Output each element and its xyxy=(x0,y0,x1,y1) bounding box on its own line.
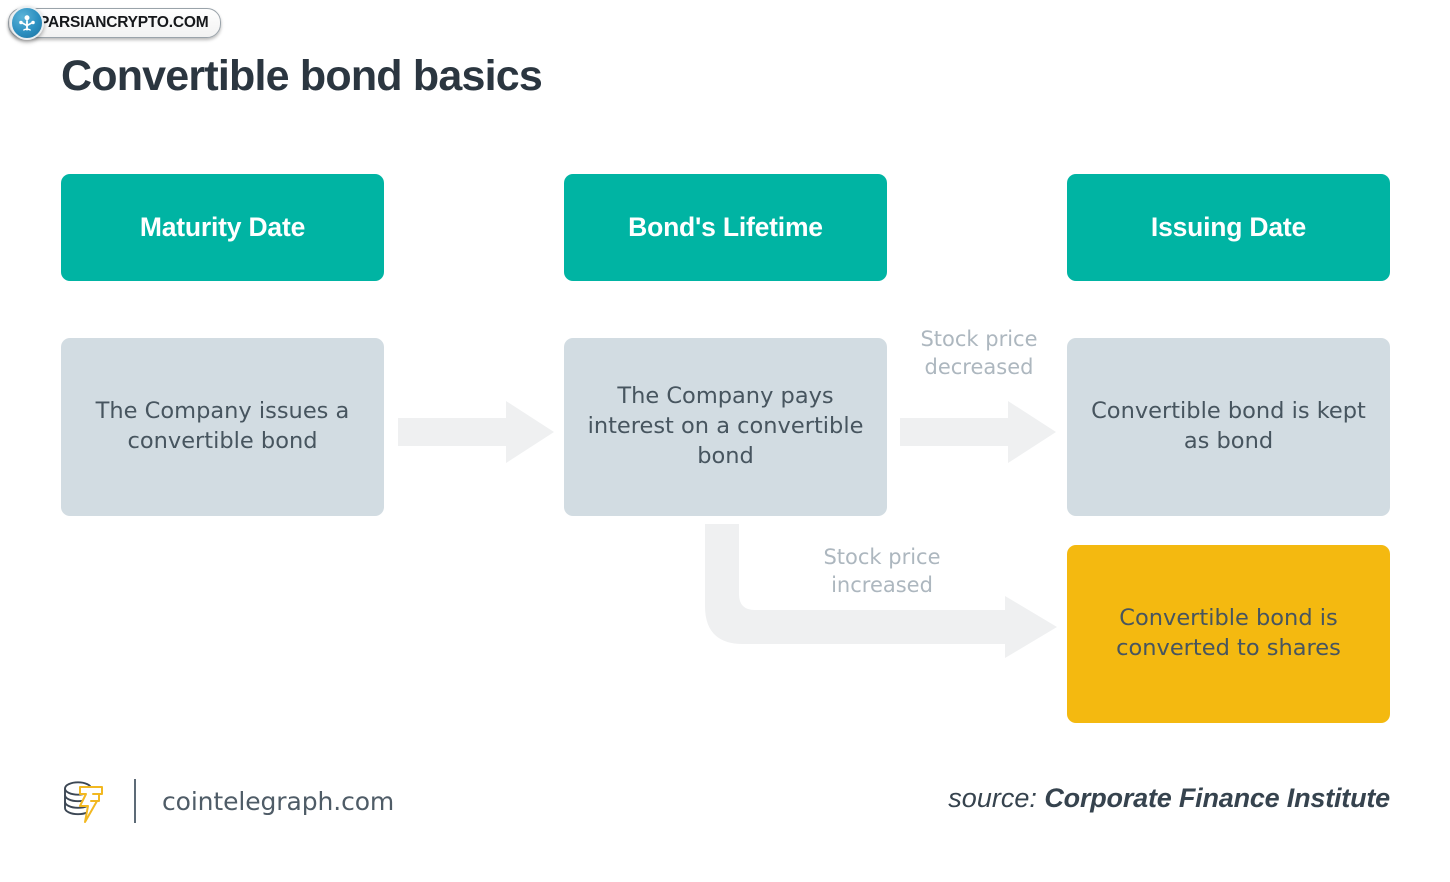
network-tree-icon xyxy=(10,6,44,40)
footer-source-name: Corporate Finance Institute xyxy=(1044,783,1390,813)
watermark-badge: PARSIANCRYPTO.COM xyxy=(8,6,222,40)
outcome-box-converted-to-shares: Convertible bond is converted to shares xyxy=(1067,545,1390,723)
outcome-box-kept-as-bond: Convertible bond is kept as bond xyxy=(1067,338,1390,516)
stage-box-text: The Company issues a convertible bond xyxy=(95,398,350,454)
watermark-label: PARSIANCRYPTO.COM xyxy=(39,14,209,31)
column-header-maturity-date: Maturity Date xyxy=(61,174,384,281)
stage-box-text: The Company pays interest on a convertib… xyxy=(587,383,864,469)
column-header-label: Bond's Lifetime xyxy=(628,212,823,242)
outcome-box-text: Convertible bond is kept as bond xyxy=(1091,398,1366,454)
arrow-interest-to-kept xyxy=(900,401,1056,463)
footer-source-word: source: xyxy=(948,783,1037,813)
footer-brand: cointelegraph.com xyxy=(58,770,394,832)
outcome-box-text: Convertible bond is converted to shares xyxy=(1116,605,1341,661)
footer-source: source: Corporate Finance Institute xyxy=(948,783,1390,814)
column-header-label: Issuing Date xyxy=(1150,212,1307,242)
label-stock-price-increased: Stock price increased xyxy=(823,545,941,598)
stage-box-interest: The Company pays interest on a convertib… xyxy=(564,338,887,516)
cointelegraph-coin-bolt-icon xyxy=(58,775,108,827)
arrow-issue-to-interest xyxy=(398,401,554,463)
label-stock-price-decreased: Stock price decreased xyxy=(920,327,1038,380)
column-header-label: Maturity Date xyxy=(139,212,306,242)
stage-box-issue: The Company issues a convertible bond xyxy=(61,338,384,516)
footer-site-url: cointelegraph.com xyxy=(162,786,395,816)
footer-divider xyxy=(134,779,136,823)
column-header-issuing-date: Issuing Date xyxy=(1067,174,1390,281)
column-header-bonds-lifetime: Bond's Lifetime xyxy=(564,174,887,281)
page-title: Convertible bond basics xyxy=(61,52,543,100)
